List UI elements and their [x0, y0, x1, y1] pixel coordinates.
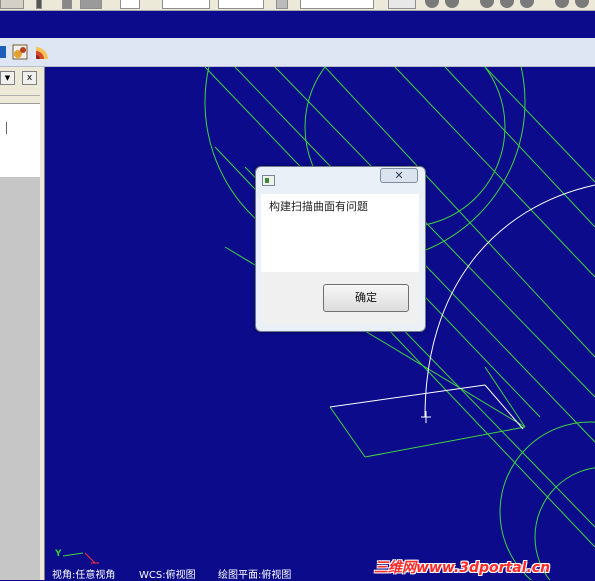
wcs-status: WCS:俯视图: [139, 570, 196, 581]
axis-y-label: Y: [55, 549, 62, 559]
dialog-close-button[interactable]: ✕: [380, 168, 418, 183]
panel-divider: [0, 95, 40, 96]
fan-icon[interactable]: [34, 44, 50, 60]
secondary-toolbar: [0, 38, 595, 67]
toolbar-dropdown-2[interactable]: [162, 0, 210, 9]
toolbar-sphere-icon-1[interactable]: [425, 0, 439, 8]
dialog-message: 构建扫描曲面有问题: [269, 200, 368, 213]
toolbar-sphere-icon-6[interactable]: [555, 0, 569, 8]
panel-lower-area: [0, 177, 40, 580]
toolbar-dropdown-3[interactable]: [218, 0, 264, 9]
toolbar-arrows-icon[interactable]: [388, 0, 416, 9]
toolbar-dropdown-1[interactable]: [0, 0, 24, 9]
toolbar-cursor-icon[interactable]: [276, 0, 288, 9]
watermark: 三维网www.3dportal.cn: [374, 560, 551, 576]
toolbar-view-dropdown[interactable]: [300, 0, 374, 9]
toolbar-sphere-icon-7[interactable]: [575, 0, 589, 8]
toolbar-block-icon[interactable]: [62, 0, 72, 9]
toolbar-sphere-icon-4[interactable]: [500, 0, 514, 8]
toolbar-grey-icon[interactable]: [80, 0, 102, 9]
view-angle-status: 视角:任意视角: [52, 570, 116, 581]
panel-dropdown-button[interactable]: ▼: [0, 71, 15, 85]
toolbar-sphere-icon-2[interactable]: [445, 0, 459, 8]
toolbar-sphere-icon-5[interactable]: [520, 0, 534, 8]
ok-button[interactable]: 确定: [323, 284, 409, 312]
drawing-plane-status: 绘图平面:俯视图: [218, 570, 292, 581]
toolbar-marker-icon: [36, 0, 42, 9]
panel-close-button[interactable]: x: [22, 71, 37, 85]
toolbar-sphere-icon-3[interactable]: [480, 0, 494, 8]
image-icon[interactable]: [12, 44, 28, 60]
axis-indicator: [62, 552, 99, 564]
panel-marker-icon: [0, 122, 7, 134]
left-panel: ▼ x: [0, 67, 45, 580]
toolbar-small-button[interactable]: [120, 0, 140, 9]
app-icon: [262, 175, 275, 186]
top-toolbar: [0, 0, 595, 11]
panel-content[interactable]: [0, 103, 40, 178]
message-dialog: ✕ 构建扫描曲面有问题 确定: [255, 166, 426, 332]
